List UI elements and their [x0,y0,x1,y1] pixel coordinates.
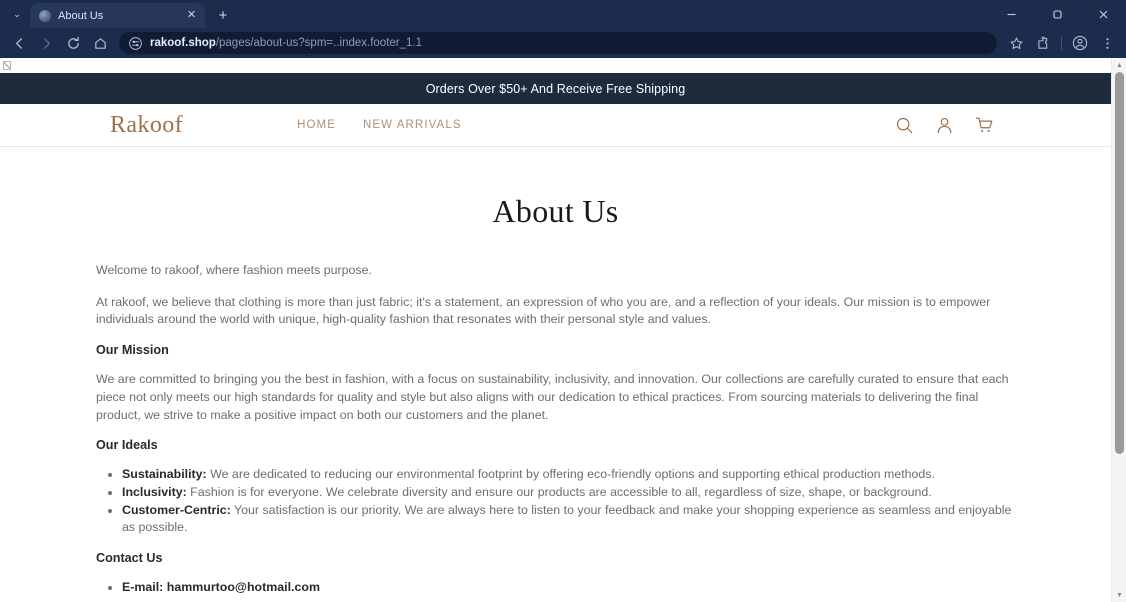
email-label: E-mail: [122,579,164,594]
browser-toolbar: rakoof.shop/pages/about-us?spm=..index.f… [0,28,1126,58]
ideal-desc: Fashion is for everyone. We celebrate di… [186,485,932,500]
search-icon[interactable] [895,116,914,135]
tab-search-button[interactable]: ⌄ [4,1,30,27]
list-item: Inclusivity: Fashion is for everyone. We… [122,484,1015,502]
site-header: Rakoof HOME NEW ARRIVALS [0,104,1111,147]
back-arrow-icon[interactable] [6,30,32,56]
scroll-up-arrow-icon[interactable]: ▲ [1112,58,1126,72]
scroll-down-arrow-icon[interactable]: ▼ [1112,588,1126,602]
address-bar-text: rakoof.shop/pages/about-us?spm=..index.f… [150,37,422,49]
new-tab-button[interactable]: + [210,3,236,27]
list-item: Sustainability: We are dedicated to redu… [122,466,1015,484]
page-content: Orders Over $50+ And Receive Free Shippi… [0,58,1111,602]
page-title: About Us [492,193,619,229]
address-bar[interactable]: rakoof.shop/pages/about-us?spm=..index.f… [119,32,997,54]
puzzle-icon[interactable] [1030,30,1056,56]
about-paragraph: At rakoof, we believe that clothing is m… [96,294,991,327]
browser-tab-about-us[interactable]: About Us ✕ [30,3,205,28]
intro-paragraph: Welcome to rakoof, where fashion meets p… [96,263,372,277]
browser-window: ⌄ About Us ✕ + rakoof.shop/pages/about-u… [0,0,1126,602]
page-viewport: Orders Over $50+ And Receive Free Shippi… [0,58,1126,602]
announcement-bar: Orders Over $50+ And Receive Free Shippi… [0,73,1111,104]
list-item: E-mail: hammurtoo@hotmail.com [122,579,1015,597]
header-icon-group [895,116,994,135]
contact-list: E-mail: hammurtoo@hotmail.com [96,579,1015,597]
list-item: Customer-Centric: Your satisfaction is o… [122,502,1015,537]
home-icon[interactable] [87,30,113,56]
toolbar-divider [1061,36,1062,50]
globe-icon [39,9,51,22]
article-content: About Us Welcome to rakoof, where fashio… [0,193,1111,602]
ideal-term: Customer-Centric: [122,502,231,517]
main-navigation: HOME NEW ARRIVALS [297,119,462,131]
nav-item-new-arrivals[interactable]: NEW ARRIVALS [363,119,462,131]
cart-icon[interactable] [975,116,994,135]
three-dot-menu-icon[interactable] [1094,30,1120,56]
tab-strip: ⌄ About Us ✕ + [0,0,1126,28]
maximize-icon[interactable] [1034,0,1080,28]
ideal-term: Sustainability: [122,467,207,482]
tune-icon[interactable] [128,36,142,50]
reload-icon[interactable] [60,30,86,56]
ideals-heading: Our Ideals [96,438,158,453]
forward-arrow-icon [33,30,59,56]
profile-avatar-icon[interactable] [1067,30,1093,56]
ideals-list: Sustainability: We are dedicated to redu… [96,466,1015,536]
close-icon[interactable] [1080,0,1126,28]
email-value: hammurtoo@hotmail.com [163,579,320,594]
account-icon[interactable] [935,116,954,135]
page-scrollbar[interactable]: ▲ ▼ [1111,58,1126,602]
site-logo[interactable]: Rakoof [110,113,183,137]
mission-paragraph: We are committed to bringing you the bes… [96,372,1009,422]
nav-item-home[interactable]: HOME [297,119,336,131]
scrollbar-thumb[interactable] [1115,72,1124,454]
window-controls [988,0,1126,28]
url-path: /pages/about-us?spm=..index.footer_1.1 [215,37,422,49]
ideal-desc: We are dedicated to reducing our environ… [206,467,935,482]
tab-title: About Us [58,9,104,22]
toolbar-actions [1003,30,1120,56]
url-domain: rakoof.shop [150,37,216,49]
broken-image-icon [3,61,11,70]
close-icon[interactable]: ✕ [184,8,199,23]
ideal-term: Inclusivity: [122,485,187,500]
ideal-desc: Your satisfaction is our priority. We ar… [122,502,1012,535]
star-icon[interactable] [1003,30,1029,56]
contact-heading: Contact Us [96,550,163,565]
minimize-icon[interactable] [988,0,1034,28]
mission-heading: Our Mission [96,343,169,358]
